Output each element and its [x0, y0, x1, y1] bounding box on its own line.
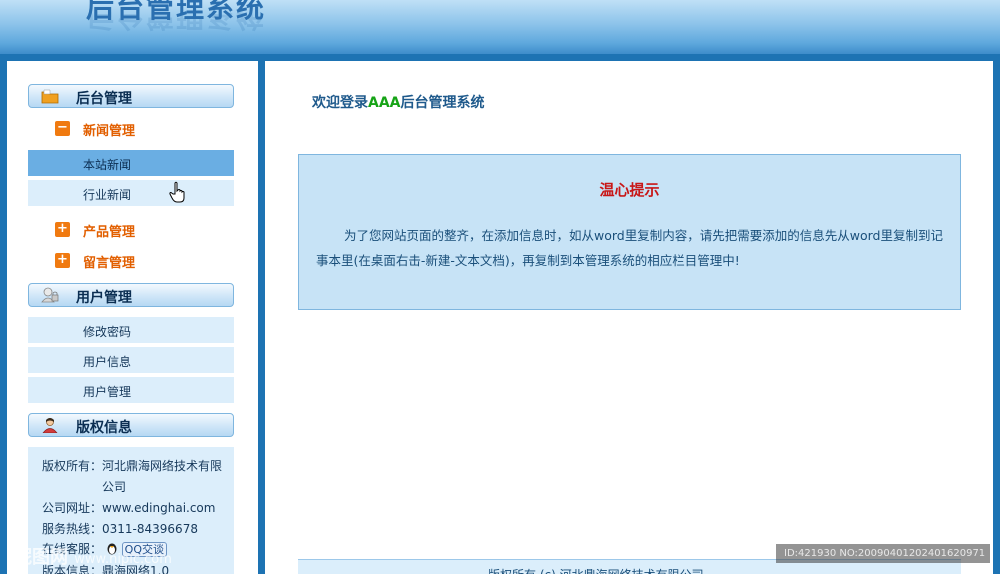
category-label: 新闻管理 — [83, 124, 136, 139]
sidebar-item-label: 用户信息 — [83, 355, 132, 369]
sidebar-item-site-news[interactable]: 本站新闻 — [28, 150, 234, 176]
category-label: 留言管理 — [83, 256, 136, 271]
sidebar-section-label: 用户管理 — [76, 290, 132, 306]
sidebar-item-user-info[interactable]: 用户信息 — [28, 347, 234, 373]
sidebar-section-users[interactable]: 用户管理 — [28, 283, 234, 307]
category-label: 产品管理 — [83, 225, 136, 240]
copyright-owner-cont: 公司 — [102, 480, 127, 494]
company-website: 公司网址：www.edinghai.com — [42, 501, 216, 515]
welcome-heading: 欢迎登录AAA后台管理系统 — [312, 95, 485, 111]
sidebar-item-label: 本站新闻 — [83, 158, 132, 172]
sidebar-section-label: 版权信息 — [76, 420, 132, 436]
sidebar-section-label: 后台管理 — [76, 91, 132, 107]
sidebar-item-label: 修改密码 — [83, 325, 132, 339]
minus-icon: − — [55, 121, 70, 136]
hand-cursor-icon — [169, 181, 185, 203]
copyright-owner: 版权所有：河北鼎海网络技术有限 — [42, 459, 223, 473]
sidebar-section-copyright[interactable]: 版权信息 — [28, 413, 234, 437]
sidebar-item-change-password[interactable]: 修改密码 — [28, 317, 234, 343]
image-id-stamp: ID:421930 NO:20090401202401620971 — [776, 544, 990, 563]
person-icon — [42, 418, 58, 433]
service-hotline: 服务热线：0311-84396678 — [42, 522, 198, 536]
footer-copyright: 版权所有 (c) 河北鼎海网络技术有限公司 — [488, 566, 704, 574]
tip-body: 为了您网站页面的整齐，在添加信息时，如从word里复制内容，请先把需要添加的信息… — [316, 228, 943, 268]
header-title-reflection: 后台管理系统 — [86, 12, 267, 33]
tip-panel: 温心提示 为了您网站页面的整齐，在添加信息时，如从word里复制内容，请先把需要… — [298, 154, 961, 310]
sidebar-item-label: 行业新闻 — [83, 188, 132, 202]
sidebar-item-label: 用户管理 — [83, 385, 132, 399]
system-name-highlight: AAA — [368, 95, 401, 111]
plus-icon: + — [55, 253, 70, 268]
main-content: 欢迎登录AAA后台管理系统 温心提示 为了您网站页面的整齐，在添加信息时，如从w… — [265, 61, 993, 574]
plus-icon: + — [55, 222, 70, 237]
site-watermark: 昵图网 www.nipic.com — [14, 547, 172, 568]
company-website-link[interactable]: www.edinghai.com — [102, 501, 215, 515]
sidebar-item-user-management[interactable]: 用户管理 — [28, 377, 234, 403]
lock-user-icon — [41, 287, 59, 303]
sidebar-section-backend[interactable]: 后台管理 — [28, 84, 234, 108]
sidebar: 后台管理 − 新闻管理 本站新闻 行业新闻 + 产品管理 + 留言管理 用户管理… — [7, 61, 258, 574]
app-header: 后台管理系统 后台管理系统 — [0, 0, 1000, 54]
folder-icon — [41, 89, 59, 104]
sidebar-item-industry-news[interactable]: 行业新闻 — [28, 180, 234, 206]
tip-title: 温心提示 — [599, 181, 660, 199]
